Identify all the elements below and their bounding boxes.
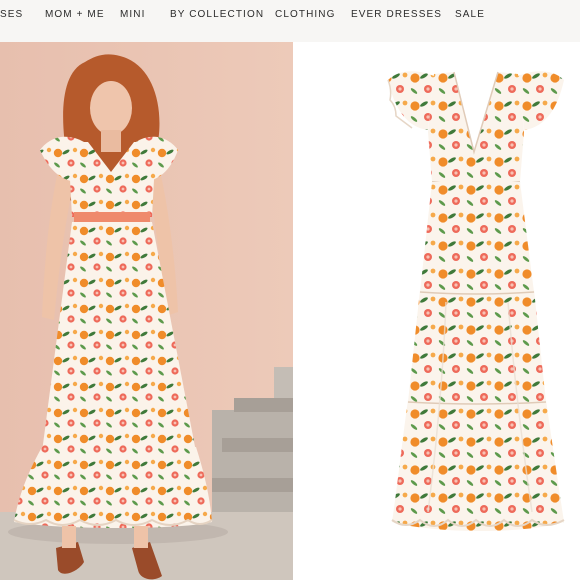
- nav-item-ever-dresses[interactable]: EVER DRESSES: [351, 9, 442, 20]
- top-navigation: SES MOM + ME MINI BY COLLECTION CLOTHING…: [0, 0, 580, 43]
- model-photo-illustration: [0, 42, 293, 580]
- dress-product-illustration: [387, 71, 565, 531]
- nav-item-clothing[interactable]: CLOTHING: [275, 9, 335, 20]
- nav-item-dresses[interactable]: SES: [0, 9, 23, 20]
- nav-item-sale[interactable]: SALE: [455, 9, 485, 20]
- nav-item-mom-me[interactable]: MOM + ME: [45, 9, 105, 20]
- model-photo: [0, 42, 293, 580]
- product-photo: [296, 42, 580, 580]
- nav-item-by-collection[interactable]: BY COLLECTION: [170, 9, 264, 20]
- nav-item-mini[interactable]: MINI: [120, 9, 146, 20]
